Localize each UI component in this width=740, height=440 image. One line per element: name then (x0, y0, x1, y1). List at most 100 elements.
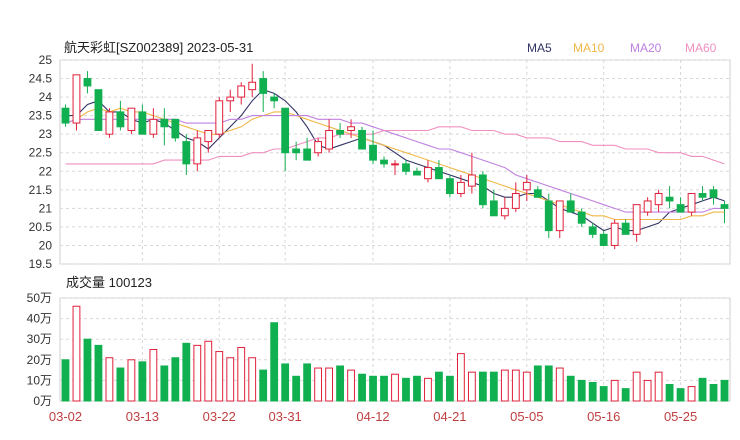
volume-bar (105, 357, 114, 402)
candle-body (424, 167, 432, 180)
candle-body (325, 129, 334, 150)
volume-bar (720, 379, 729, 402)
volume-y-axis: 50万 40万 30万 20万 10万 0万 (27, 291, 52, 408)
volume-bar (413, 375, 421, 402)
candle-body (413, 170, 421, 176)
volume-bar (204, 340, 213, 402)
candle-body (709, 189, 718, 198)
candle-body (676, 204, 685, 213)
candle-body (610, 222, 619, 246)
price-y-tick: 21 (39, 201, 53, 215)
candle-body (566, 200, 575, 213)
legend: MA5 MA10 MA20 MA60 (527, 41, 717, 55)
candle-body (522, 181, 531, 191)
volume-bar (522, 371, 531, 402)
volume-bar (171, 357, 180, 402)
volume-bar (555, 367, 564, 402)
volume-bar (314, 367, 323, 402)
candle-body (544, 200, 553, 232)
x-tick-label: 04-21 (433, 409, 466, 424)
candle-body (281, 107, 290, 154)
candle-body (193, 137, 202, 165)
volume-bar (643, 379, 652, 402)
candle-body (435, 167, 443, 180)
volume-y-tick: 40万 (27, 312, 52, 326)
volume-bar (237, 346, 246, 402)
volume-title: 成交量 100123 (66, 275, 152, 290)
candle-body (489, 200, 498, 217)
candle-body (138, 111, 147, 135)
volume-bar (599, 386, 608, 402)
legend-item-ma5: MA5 (527, 41, 552, 55)
candle-body (248, 81, 257, 91)
volume-bar (511, 369, 520, 402)
candle-body (182, 141, 191, 165)
candle-body (533, 189, 542, 198)
x-tick-label: 05-05 (510, 409, 543, 424)
candle-body (654, 193, 663, 206)
volume-bar (687, 386, 696, 402)
candle-body (160, 118, 169, 128)
candle-body (127, 107, 136, 131)
candle-body (204, 129, 213, 143)
volume-bar (621, 388, 630, 402)
chart-title: 航天彩虹[SZ002389] 2023-05-31 (64, 40, 253, 55)
candle-body (720, 204, 729, 209)
candle-body (259, 78, 268, 94)
candle-body (446, 178, 454, 195)
volume-bar (83, 338, 92, 402)
volume-bar (61, 359, 70, 402)
price-y-tick: 22.5 (29, 146, 53, 160)
volume-bar (270, 322, 279, 402)
volume-bar (160, 365, 169, 402)
x-tick-label: 03-13 (126, 409, 159, 424)
candle-body (687, 193, 696, 213)
volume-bar (665, 384, 674, 402)
volume-bar (248, 357, 257, 402)
candle-body (149, 118, 158, 135)
candle-body (380, 159, 388, 165)
candle-body (665, 196, 674, 202)
price-y-tick: 24 (39, 90, 53, 104)
volume-bar (215, 351, 224, 402)
candle-body (467, 174, 476, 187)
price-y-tick: 20.5 (29, 220, 53, 234)
candle-body (116, 111, 125, 128)
candle-body (105, 111, 114, 135)
candle-body (456, 181, 465, 195)
price-y-tick: 22 (39, 164, 53, 178)
candle-body (555, 200, 564, 232)
volume-bar (402, 377, 410, 402)
candle-body (171, 118, 180, 139)
candle-body (292, 148, 301, 154)
volume-y-tick: 10万 (27, 373, 52, 387)
x-axis: 03-02 03-13 03-22 03-31 04-12 04-21 05-05 05-16… (49, 409, 697, 424)
price-y-tick: 25 (39, 53, 53, 67)
price-y-tick: 21.5 (29, 183, 53, 197)
volume-y-tick: 20万 (27, 353, 52, 367)
price-y-tick: 23.5 (29, 109, 53, 123)
candle-body (61, 107, 70, 124)
volume-bar (226, 357, 235, 402)
price-y-tick: 20 (39, 238, 53, 252)
volume-bar (577, 379, 586, 402)
volume-bar (72, 305, 81, 402)
volume-bar (391, 373, 399, 402)
candle-body (632, 204, 641, 235)
volume-bar (489, 371, 498, 402)
candle-body (599, 233, 608, 246)
volume-bar (676, 388, 685, 402)
volume-bar (500, 369, 509, 402)
candlesticks (61, 63, 729, 250)
legend-item-ma20: MA20 (630, 41, 662, 55)
legend-item-ma10: MA10 (573, 41, 605, 55)
candle-body (621, 222, 630, 235)
volume-bar (303, 363, 312, 402)
volume-bar (654, 371, 663, 402)
volume-bar (544, 365, 553, 402)
candle-body (237, 85, 246, 98)
x-tick-label: 03-31 (269, 409, 302, 424)
volume-bar (610, 379, 619, 402)
volume-bar (467, 371, 476, 402)
price-y-tick: 19.5 (29, 257, 53, 271)
